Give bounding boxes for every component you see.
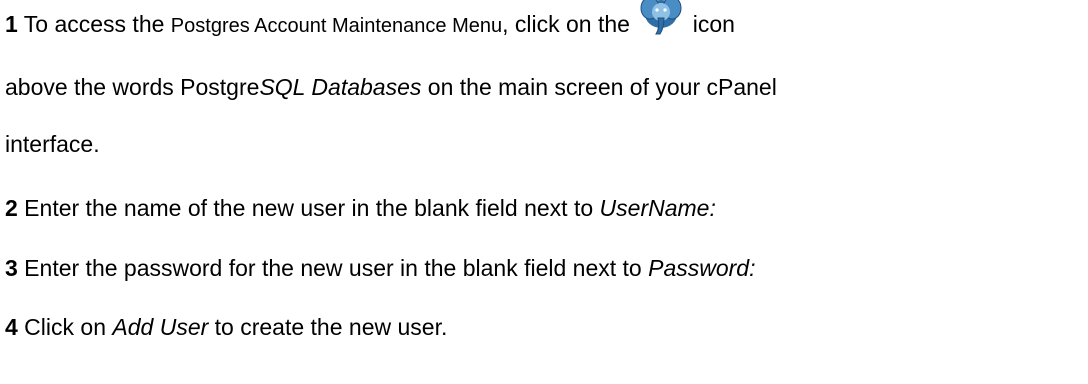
button-name: Add User — [112, 314, 209, 340]
step-text: on the main screen of your cPanel — [421, 74, 777, 100]
step-text: interface. — [5, 131, 100, 157]
step-text: To access the — [17, 11, 171, 37]
step-number: 1 — [5, 11, 18, 37]
field-name: UserName: — [599, 195, 716, 221]
step-1-line-1: 1 To access the Postgres Account Mainten… — [5, 0, 735, 40]
step-text: to create the new user. — [208, 314, 448, 340]
step-number: 3 — [5, 255, 18, 281]
step-2-line: 2 Enter the name of the new user in the … — [5, 194, 716, 222]
step-text: , click on the — [502, 11, 637, 37]
section-name: SQL Databases — [259, 74, 422, 100]
field-name: Password: — [648, 255, 756, 281]
menu-name: Postgres Account Maintenance Menu — [170, 15, 503, 37]
step-text: above the words Postgre — [5, 74, 260, 100]
step-text: Click on — [17, 314, 113, 340]
step-3-line: 3 Enter the password for the new user in… — [5, 254, 755, 282]
step-1-line-3: interface. — [5, 130, 100, 158]
step-number: 2 — [5, 195, 18, 221]
step-4-line: 4 Click on Add User to create the new us… — [5, 313, 447, 341]
step-1-line-2: above the words PostgreSQL Databases on … — [5, 73, 777, 101]
step-text: Enter the name of the new user in the bl… — [17, 195, 600, 221]
step-text: icon — [686, 11, 735, 37]
postgresql-elephant-icon — [638, 0, 684, 38]
step-number: 4 — [5, 314, 18, 340]
step-text: Enter the password for the new user in t… — [17, 255, 649, 281]
